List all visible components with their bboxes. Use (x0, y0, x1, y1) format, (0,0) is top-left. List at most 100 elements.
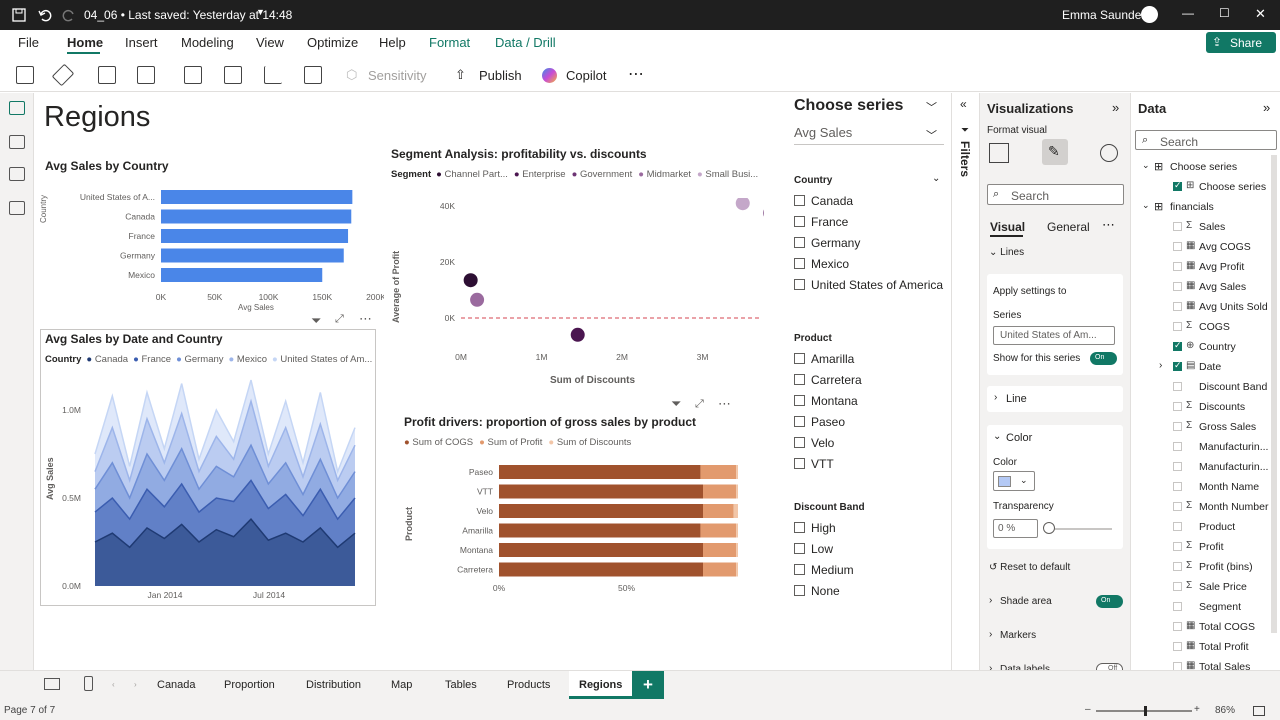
field-name[interactable]: Profit (1199, 541, 1224, 553)
field-name[interactable]: Choose series (1199, 181, 1266, 193)
slicer-item[interactable]: Paseo (811, 415, 845, 429)
zoom-in-icon[interactable]: + (1194, 704, 1200, 715)
checkbox[interactable] (794, 458, 805, 469)
mobile-layout-icon[interactable] (84, 676, 93, 691)
dax-query-icon[interactable] (9, 201, 25, 215)
slicer-item[interactable]: Medium (811, 563, 854, 577)
chevron-down-icon[interactable]: ⌄ (993, 431, 1001, 442)
data-source-icon[interactable] (137, 66, 155, 84)
field-name[interactable]: Product (1199, 521, 1235, 533)
checkbox[interactable] (794, 374, 805, 385)
field-name[interactable]: Segment (1199, 601, 1241, 613)
field-name[interactable]: Discount Band (1199, 381, 1267, 393)
field-checkbox[interactable]: ✓ (1173, 180, 1182, 191)
analytics-icon[interactable] (1100, 144, 1118, 162)
checkbox[interactable] (794, 543, 805, 554)
field-checkbox[interactable] (1173, 562, 1182, 571)
slicer-item[interactable]: Mexico (811, 257, 849, 271)
series-dropdown[interactable]: Avg Sales (794, 125, 944, 145)
checkbox[interactable] (794, 522, 805, 533)
field-checkbox[interactable] (1173, 602, 1182, 611)
markers-row[interactable]: › Markers (980, 624, 1131, 648)
field-checkbox[interactable] (1173, 262, 1182, 271)
calculator-icon[interactable] (304, 66, 322, 84)
slicer-item[interactable]: VTT (811, 457, 834, 471)
field-checkbox[interactable]: ✓ (1173, 360, 1182, 371)
tab-insert[interactable]: Insert (125, 35, 158, 50)
field-name[interactable]: Date (1199, 361, 1221, 373)
field-name[interactable]: Month Name (1199, 481, 1259, 493)
model-view-icon[interactable] (9, 167, 25, 181)
field-checkbox[interactable] (1173, 222, 1182, 231)
filters-pane-collapsed[interactable]: « ⏷ Filters (951, 93, 979, 670)
undo-icon[interactable] (38, 8, 52, 22)
transparency-input[interactable]: 0 % (993, 519, 1038, 538)
more-options-icon[interactable]: ⋯ (359, 311, 372, 327)
show-series-toggle[interactable]: On (1090, 352, 1117, 365)
field-name[interactable]: Avg Profit (1199, 261, 1244, 273)
line-section[interactable]: › Line (987, 386, 1123, 412)
field-checkbox[interactable] (1173, 402, 1182, 411)
slicer-item[interactable]: France (811, 215, 848, 229)
report-view-icon[interactable] (9, 101, 25, 115)
tab-visual[interactable]: Visual (990, 220, 1025, 234)
field-checkbox[interactable] (1173, 462, 1182, 471)
save-icon[interactable] (12, 8, 26, 22)
chevron-down-icon[interactable]: ⌄ (932, 173, 940, 184)
field-checkbox[interactable] (1173, 502, 1182, 511)
checkbox[interactable] (794, 585, 805, 596)
checkbox[interactable] (794, 437, 805, 448)
field-checkbox[interactable] (1173, 442, 1182, 451)
shade-area-toggle[interactable]: On (1096, 595, 1123, 608)
copilot-icon[interactable] (542, 68, 557, 83)
more-options-icon[interactable]: ⋯ (1102, 217, 1115, 233)
tab-products[interactable]: Products (497, 671, 560, 699)
tab-data-drill[interactable]: Data / Drill (495, 35, 556, 50)
tab-optimize[interactable]: Optimize (307, 35, 358, 50)
minimize-icon[interactable]: — (1182, 6, 1194, 20)
field-name[interactable]: Manufacturin... (1199, 461, 1268, 473)
lines-section[interactable]: ⌄ Lines (989, 247, 1024, 258)
field-name[interactable]: Sales (1199, 221, 1225, 233)
field-checkbox[interactable] (1173, 322, 1182, 331)
field-checkbox[interactable] (1173, 422, 1182, 431)
field-checkbox[interactable] (1173, 282, 1182, 291)
format-visual-icon[interactable]: ✎ (1042, 139, 1068, 165)
checkbox[interactable] (794, 416, 805, 427)
tab-tables[interactable]: Tables (435, 671, 487, 699)
slicer-item[interactable]: High (811, 521, 836, 535)
tab-regions[interactable]: Regions (569, 671, 633, 699)
slicer-item[interactable]: Germany (811, 236, 860, 250)
slicer-item[interactable]: None (811, 584, 840, 598)
chevron-down-icon[interactable]: ﹀ (926, 127, 937, 143)
filter-icon[interactable]: ⏷ (311, 313, 321, 329)
more-options-icon[interactable]: ⋯ (718, 396, 731, 412)
avatar[interactable] (1141, 6, 1158, 23)
slicer-item[interactable]: Amarilla (811, 352, 854, 366)
publish-button[interactable]: Publish (479, 68, 522, 83)
chevron-right-icon[interactable]: › (1159, 360, 1162, 371)
zoom-slider-handle[interactable] (1144, 706, 1147, 716)
focus-mode-icon[interactable]: ⤢ (695, 398, 704, 411)
zoom-out-icon[interactable]: – (1085, 704, 1091, 715)
field-name[interactable]: Avg Sales (1199, 281, 1246, 293)
filter-icon[interactable]: ⏷ (671, 396, 681, 412)
field-checkbox[interactable] (1173, 522, 1182, 531)
slicer-item[interactable]: United States of America (811, 278, 943, 292)
checkbox[interactable] (794, 237, 805, 248)
field-name[interactable]: Manufacturin... (1199, 441, 1268, 453)
slicer-item[interactable]: Canada (811, 194, 853, 208)
new-visual-icon[interactable] (264, 66, 282, 84)
field-checkbox[interactable]: ✓ (1173, 340, 1182, 351)
collapse-icon[interactable]: » (1263, 100, 1270, 115)
tab-map[interactable]: Map (381, 671, 422, 699)
field-checkbox[interactable] (1173, 482, 1182, 491)
add-page-button[interactable]: + (632, 671, 664, 699)
checkbox[interactable] (794, 395, 805, 406)
checkbox[interactable] (794, 195, 805, 206)
field-checkbox[interactable] (1173, 622, 1182, 631)
expand-icon[interactable]: « (960, 97, 967, 111)
collapse-icon[interactable]: » (1112, 100, 1119, 115)
search-input[interactable]: ⌕ Search (987, 184, 1124, 205)
tab-distribution[interactable]: Distribution (296, 671, 371, 699)
